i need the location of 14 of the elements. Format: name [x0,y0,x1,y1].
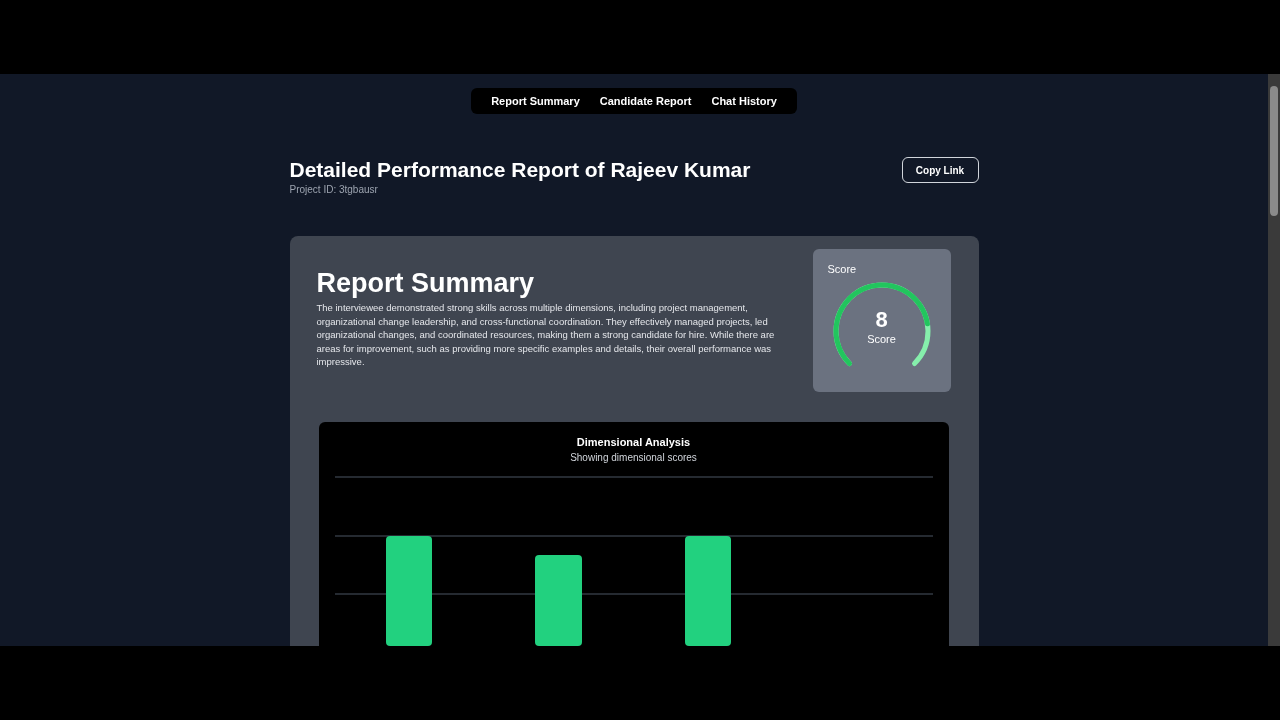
project-id: Project ID: 3tgbausr [289,184,379,196]
score-value: 8 [875,307,888,333]
scrollbar[interactable] [1268,74,1280,646]
tab[interactable]: Report Summary [491,92,580,110]
score-caption: Score [867,333,896,346]
summary-text: The interviewee demonstrated strong skills across multiple dimensions, including project management, organizational change leadership, and cross-functional coordination. They effectively managed projects, led organizational changes, and coordinated resources, making them a strong candidate for hire. While there are areas for improvement, such as providing more specific examples and details, their overall performance was impressive. [316,301,776,369]
tab[interactable]: Candidate Report [599,92,692,110]
report-title: Detailed Performance Report of Rajeev Kumar [289,157,751,183]
score-label: Score [827,262,857,277]
copy-link-button[interactable]: Copy Link [901,157,979,183]
summary-heading: Report Summary [316,267,536,299]
chart-title: Dimensional Analysis [576,436,691,449]
chart-subtitle: Showing dimensional scores [570,452,697,464]
tab[interactable]: Chat History [711,92,777,110]
